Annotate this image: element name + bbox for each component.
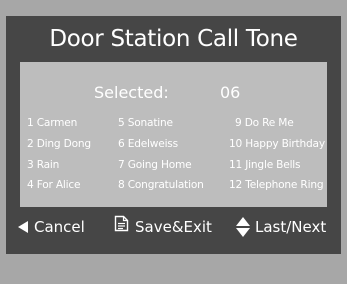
tone-item-7[interactable]: 7 Going Home <box>118 158 192 172</box>
save-exit-label: Save&Exit <box>135 218 212 236</box>
last-next-button[interactable]: Last/Next <box>236 214 326 240</box>
selected-label: Selected: <box>94 83 169 102</box>
footer-bar: Cancel Save&Exit Last/Next <box>6 214 341 240</box>
tone-list-panel: Selected: 06 1 Carmen 2 Ding Dong 3 Rain… <box>20 62 327 207</box>
save-exit-button[interactable]: Save&Exit <box>114 214 212 240</box>
left-triangle-icon <box>18 221 28 233</box>
cancel-button[interactable]: Cancel <box>18 214 85 240</box>
tone-item-9[interactable]: 9 Do Re Me <box>235 116 294 130</box>
tone-item-3[interactable]: 3 Rain <box>27 158 59 172</box>
tone-item-8[interactable]: 8 Congratulation <box>118 178 204 192</box>
tone-item-11[interactable]: 11 Jingle Bells <box>229 158 301 172</box>
selected-value: 06 <box>220 83 241 102</box>
tone-item-4[interactable]: 4 For Alice <box>27 178 81 192</box>
tone-item-10[interactable]: 10 Happy Birthday <box>229 137 325 151</box>
cancel-label: Cancel <box>34 218 85 236</box>
document-icon <box>114 214 129 240</box>
last-next-label: Last/Next <box>255 218 327 236</box>
tone-item-12[interactable]: 12 Telephone Ring <box>229 178 324 192</box>
call-tone-screen: Door Station Call Tone Selected: 06 1 Ca… <box>6 16 341 254</box>
tone-item-2[interactable]: 2 Ding Dong <box>27 137 91 151</box>
screen-title: Door Station Call Tone <box>49 26 298 52</box>
tone-item-6[interactable]: 6 Edelweiss <box>118 137 178 151</box>
up-down-arrows-icon <box>236 217 250 237</box>
tone-item-1[interactable]: 1 Carmen <box>27 116 77 130</box>
tone-item-5[interactable]: 5 Sonatine <box>118 116 173 130</box>
